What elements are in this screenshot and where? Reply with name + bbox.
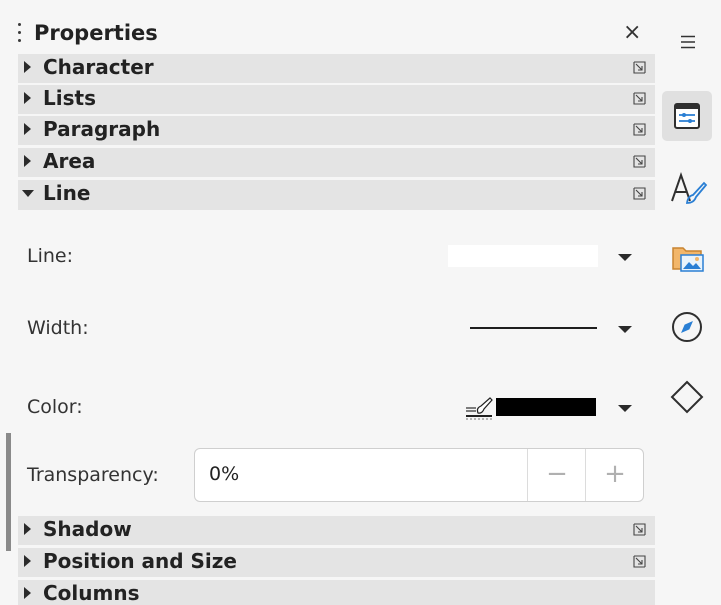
hamburger-menu-icon[interactable]: [680, 35, 696, 49]
transparency-label: Transparency:: [27, 464, 159, 486]
line-width-dropdown[interactable]: [470, 327, 597, 329]
section-label: Area: [43, 149, 96, 173]
section-position-and-size[interactable]: Position and Size: [18, 548, 656, 577]
expand-arrow-icon: [24, 523, 31, 535]
expand-arrow-icon: [24, 61, 31, 73]
expand-arrow-icon: [24, 92, 31, 104]
panel-title-bar: Properties ×: [18, 18, 658, 52]
expand-arrow-icon: [24, 155, 31, 167]
properties-panel: Properties × Character Lists Paragraph A…: [0, 0, 658, 605]
expand-arrow-icon: [24, 587, 31, 599]
sidebar-tab-bar: [655, 0, 721, 605]
expand-arrow-icon: [24, 555, 31, 567]
section-label: Lists: [43, 86, 96, 110]
styles-icon: [671, 171, 708, 204]
line-color-brush-icon[interactable]: [464, 395, 494, 421]
section-paragraph[interactable]: Paragraph: [18, 116, 656, 145]
more-options-icon[interactable]: [633, 61, 646, 74]
section-shadow[interactable]: Shadow: [18, 516, 656, 545]
section-character[interactable]: Character: [18, 54, 656, 83]
navigator-deck-button[interactable]: [662, 302, 712, 352]
properties-icon: [674, 103, 700, 129]
more-options-icon[interactable]: [633, 555, 646, 568]
collapse-arrow-icon: [22, 190, 34, 197]
panel-resize-handle[interactable]: [6, 433, 11, 551]
section-label: Paragraph: [43, 117, 161, 141]
line-width-label: Width:: [27, 317, 89, 339]
decrease-button[interactable]: −: [527, 449, 586, 501]
line-style-dropdown[interactable]: [448, 245, 598, 267]
close-button[interactable]: ×: [623, 20, 641, 45]
panel-title: Properties: [34, 21, 158, 45]
more-options-icon[interactable]: [633, 123, 646, 136]
shapes-icon: [670, 380, 704, 414]
line-style-label: Line:: [27, 245, 73, 267]
section-columns[interactable]: Columns: [18, 580, 656, 605]
shapes-deck-button[interactable]: [662, 372, 712, 422]
line-color-swatch[interactable]: [496, 398, 596, 416]
section-line[interactable]: Line: [18, 180, 656, 210]
section-label: Columns: [43, 581, 140, 605]
line-color-label: Color:: [27, 396, 83, 418]
styles-deck-button[interactable]: [662, 163, 712, 213]
more-options-icon[interactable]: [633, 155, 646, 168]
transparency-spinbox[interactable]: 0% − +: [194, 448, 644, 502]
line-width-dropdown-arrow[interactable]: [618, 326, 632, 333]
transparency-input[interactable]: 0%: [209, 463, 239, 485]
section-area[interactable]: Area: [18, 148, 656, 177]
more-options-icon[interactable]: [633, 523, 646, 536]
more-options-icon[interactable]: [633, 92, 646, 105]
properties-deck-button[interactable]: [662, 91, 712, 141]
section-lists[interactable]: Lists: [18, 85, 656, 114]
gallery-deck-button[interactable]: [662, 232, 712, 282]
section-label: Position and Size: [43, 549, 237, 573]
increase-button[interactable]: +: [585, 449, 644, 501]
line-color-dropdown-arrow[interactable]: [618, 405, 632, 412]
section-label: Shadow: [43, 517, 132, 541]
drag-grip-icon[interactable]: [18, 23, 22, 47]
section-label: Character: [43, 55, 154, 79]
navigator-icon: [672, 312, 702, 342]
line-style-dropdown-arrow[interactable]: [618, 254, 632, 261]
section-label: Line: [43, 181, 91, 205]
gallery-icon: [672, 247, 704, 272]
expand-arrow-icon: [24, 123, 31, 135]
more-options-icon[interactable]: [633, 187, 646, 200]
